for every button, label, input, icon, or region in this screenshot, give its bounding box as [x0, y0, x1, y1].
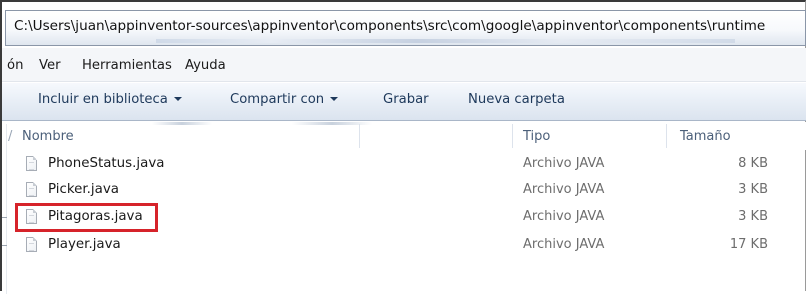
file-row[interactable]: PhoneStatus.java Archivo JAVA 8 KB — [2, 152, 806, 177]
file-type: Archivo JAVA — [523, 156, 605, 171]
menu-item-herramientas[interactable]: Herramientas — [82, 58, 172, 73]
command-toolbar: Incluir en biblioteca Compartir con Grab… — [2, 82, 806, 121]
highlight-annotation-box — [15, 203, 158, 232]
file-size: 3 KB — [738, 209, 768, 224]
file-type: Archivo JAVA — [523, 209, 605, 224]
column-header-row: / Nombre Tipo Tamaño — [2, 122, 806, 150]
file-type: Archivo JAVA — [523, 182, 605, 197]
column-separator[interactable] — [666, 124, 667, 148]
header-divider-shade — [292, 122, 372, 125]
sort-indicator-icon: / — [8, 129, 13, 144]
menu-bar: ón Ver Herramientas Ayuda — [2, 48, 806, 82]
menu-item-ver[interactable]: Ver — [39, 58, 61, 73]
new-folder-button[interactable]: Nueva carpeta — [468, 92, 565, 107]
file-row[interactable]: Picker.java Archivo JAVA 3 KB — [2, 178, 806, 203]
chevron-down-icon — [330, 97, 339, 101]
explorer-window: C:\Users\juan\appinventor-sources\appinv… — [0, 0, 806, 294]
java-file-icon — [26, 156, 37, 171]
file-size: 8 KB — [738, 156, 768, 171]
column-header-size[interactable]: Tamaño — [680, 129, 731, 144]
address-path[interactable]: C:\Users\juan\appinventor-sources\appinv… — [14, 18, 765, 34]
file-name[interactable]: PhoneStatus.java — [48, 156, 164, 171]
file-name[interactable]: Player.java — [48, 237, 121, 252]
address-bar[interactable]: C:\Users\juan\appinventor-sources\appinv… — [5, 10, 806, 46]
column-header-name[interactable]: Nombre — [22, 129, 74, 144]
file-row[interactable]: Player.java Archivo JAVA 17 KB — [2, 233, 806, 258]
menu-item-partial[interactable]: ón — [7, 58, 23, 73]
java-file-icon — [26, 182, 37, 197]
tree-connector — [2, 245, 7, 246]
include-library-button[interactable]: Incluir en biblioteca — [38, 92, 182, 107]
column-header-type[interactable]: Tipo — [523, 129, 550, 144]
java-file-icon — [26, 237, 37, 252]
file-type: Archivo JAVA — [523, 237, 605, 252]
tree-connector — [2, 217, 7, 218]
share-with-button[interactable]: Compartir con — [230, 92, 339, 107]
include-library-label: Incluir en biblioteca — [38, 92, 168, 107]
file-size: 3 KB — [738, 182, 768, 197]
share-with-label: Compartir con — [230, 92, 325, 107]
file-name[interactable]: Picker.java — [48, 182, 119, 197]
file-size: 17 KB — [729, 237, 768, 252]
header-divider-shade — [152, 122, 212, 125]
menu-item-ayuda[interactable]: Ayuda — [185, 58, 226, 73]
chevron-down-icon — [173, 97, 182, 101]
burn-button[interactable]: Grabar — [383, 92, 429, 107]
column-separator[interactable] — [512, 124, 513, 148]
column-separator[interactable] — [359, 124, 360, 148]
